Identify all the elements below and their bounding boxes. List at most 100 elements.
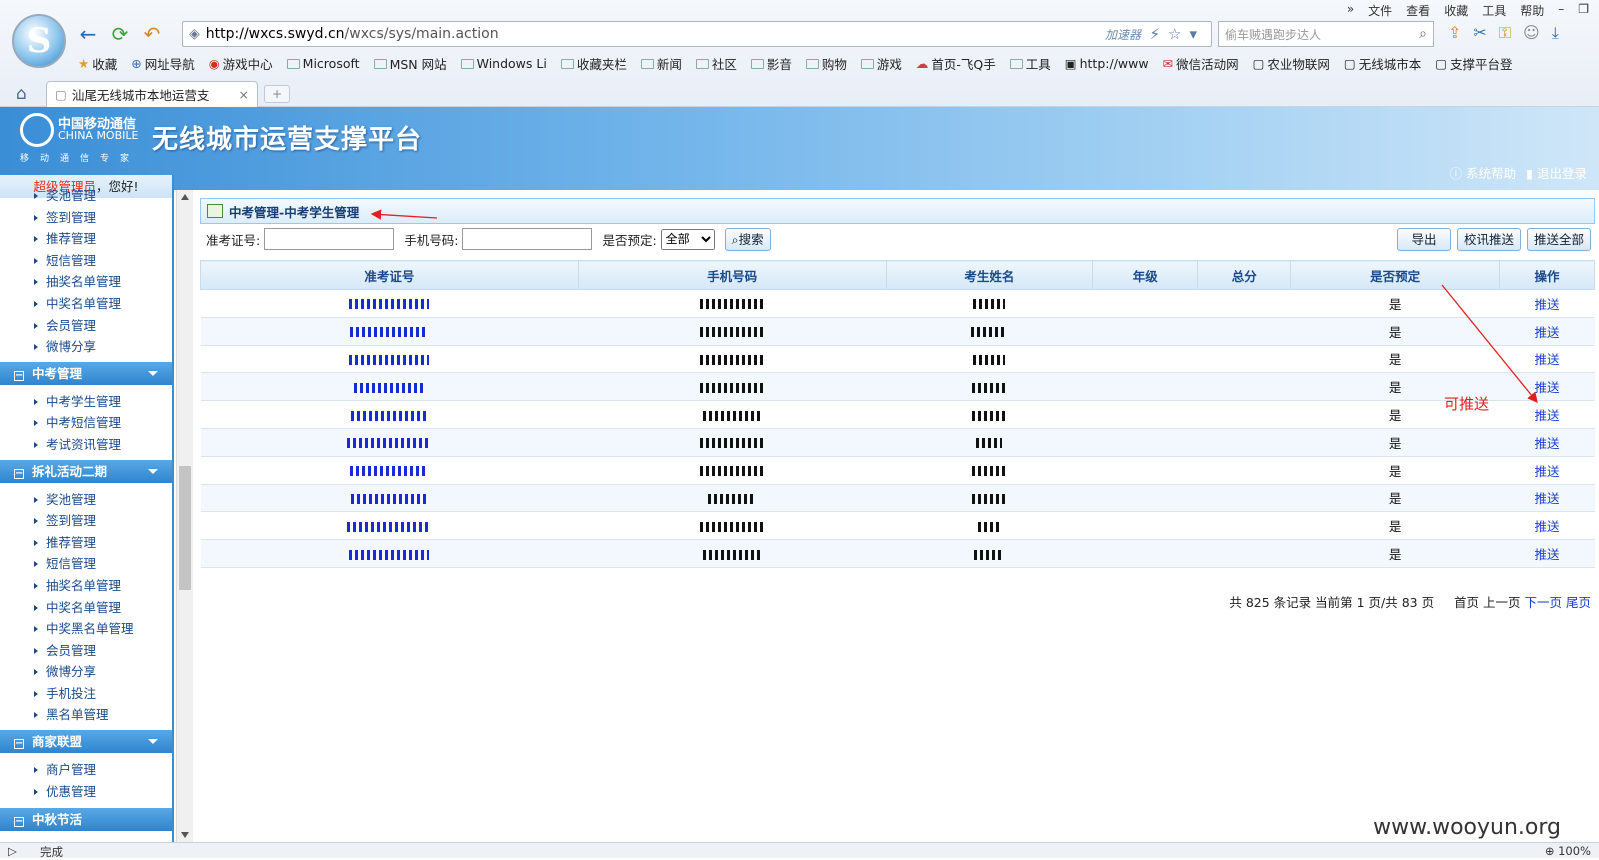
search-input[interactable]: 偷车贼遇跑步达人 ⌕ — [1218, 21, 1434, 47]
sidebar-section-midautumn[interactable]: − 中秋节活 — [0, 808, 172, 832]
sidebar-item[interactable]: 奖池管理 — [0, 185, 172, 207]
push-link[interactable]: 推送 — [1499, 484, 1595, 513]
sidebar-item[interactable]: 考试资讯管理 — [0, 434, 172, 456]
bookmark-item[interactable]: 购物 — [805, 54, 847, 73]
bookmark-item[interactable]: Windows Li — [460, 54, 547, 73]
pager-next[interactable]: 下一页 — [1524, 595, 1562, 610]
bookmark-item[interactable]: 工具 — [1009, 54, 1051, 73]
key-icon[interactable]: ⚿ — [1499, 23, 1511, 43]
restore-icon[interactable]: ❐ — [1576, 2, 1591, 19]
zoom-level[interactable]: ⊕ 100% — [1545, 844, 1591, 858]
pager-last[interactable]: 尾页 — [1566, 595, 1591, 610]
col-reserved[interactable]: 是否预定 — [1290, 260, 1501, 290]
sidebar-item[interactable]: 会员管理 — [0, 640, 172, 662]
refresh-icon[interactable]: ⟳ — [108, 22, 132, 46]
sidebar-item[interactable]: 微博分享 — [0, 661, 172, 683]
share-icon[interactable]: ⇪ — [1448, 23, 1461, 43]
sidebar-item[interactable]: 会员管理 — [0, 315, 172, 337]
push-link[interactable]: 推送 — [1499, 428, 1595, 457]
scroll-thumb[interactable] — [179, 466, 191, 590]
push-link[interactable]: 推送 — [1499, 400, 1595, 429]
col-score[interactable]: 总分 — [1197, 260, 1292, 290]
sidebar-item[interactable]: 抽奖名单管理 — [0, 575, 172, 597]
tab-active[interactable]: ▢ 汕尾无线城市本地运营支 × — [46, 81, 258, 107]
sidebar-item[interactable]: 推荐管理 — [0, 532, 172, 554]
smile-icon[interactable]: ☺ — [1523, 23, 1540, 43]
menu-tools[interactable]: 工具 — [1480, 2, 1508, 19]
push-link[interactable]: 推送 — [1499, 539, 1595, 568]
close-icon[interactable]: × — [239, 87, 249, 102]
push-link[interactable]: 推送 — [1499, 511, 1595, 541]
col-action[interactable]: 操作 — [1499, 260, 1595, 290]
menu-help[interactable]: 帮助 — [1518, 2, 1546, 19]
sidebar-item[interactable]: 推荐管理 — [0, 228, 172, 250]
push-link[interactable]: 推送 — [1499, 456, 1595, 485]
menu-favorites[interactable]: 收藏 — [1442, 2, 1470, 19]
col-exam-id[interactable]: 准考证号 — [200, 260, 579, 290]
minimize-icon[interactable]: – — [1556, 2, 1566, 19]
export-button[interactable]: 导出 — [1396, 228, 1451, 251]
sidebar-item[interactable]: 抽奖名单管理 — [0, 271, 172, 293]
col-name[interactable]: 考生姓名 — [885, 260, 1094, 290]
push-link[interactable]: 推送 — [1499, 289, 1595, 318]
bookmark-item[interactable]: 社区 — [695, 54, 737, 73]
pager-prev[interactable]: 上一页 — [1483, 595, 1521, 610]
bookmark-item[interactable]: ▢ 支撑平台登 — [1435, 54, 1512, 73]
sidebar-item[interactable]: 手机投注 — [0, 683, 172, 705]
push-school-button[interactable]: 校讯推送 — [1456, 228, 1521, 251]
help-link[interactable]: ⓘ 系统帮助 — [1450, 163, 1517, 182]
scissors-icon[interactable]: ✂ — [1473, 23, 1486, 43]
search-button[interactable]: ⌕搜索 — [724, 227, 771, 251]
accelerator-label[interactable]: 加速器 — [1105, 26, 1141, 43]
bookmark-item[interactable]: 影音 — [750, 54, 792, 73]
sidebar-item[interactable]: 短信管理 — [0, 250, 172, 272]
download-icon[interactable]: ⤓ — [1552, 23, 1559, 43]
sidebar-item[interactable]: 短信管理 — [0, 553, 172, 575]
col-grade[interactable]: 年级 — [1092, 260, 1199, 290]
sidebar-section-gift[interactable]: − 拆礼活动二期 — [0, 459, 172, 483]
bookmark-item[interactable]: 游戏 — [860, 54, 902, 73]
col-phone[interactable]: 手机号码 — [577, 260, 887, 290]
sidebar-item[interactable]: 签到管理 — [0, 510, 172, 532]
menu-view[interactable]: 查看 — [1404, 2, 1432, 19]
push-link[interactable]: 推送 — [1499, 345, 1595, 374]
back-icon[interactable]: ← — [76, 22, 100, 46]
bookmark-item[interactable]: MSN 网站 — [373, 54, 447, 73]
sidebar-item-student[interactable]: 中考学生管理 — [0, 391, 172, 413]
push-all-button[interactable]: 推送全部 — [1526, 228, 1591, 251]
exam-id-input[interactable] — [264, 228, 395, 250]
logout-link[interactable]: ▮ 退出登录 — [1526, 163, 1587, 182]
menu-more[interactable]: » — [1345, 2, 1356, 19]
sidebar-section-zhongkao[interactable]: − 中考管理 — [0, 361, 172, 385]
sidebar-item[interactable]: 微博分享 — [0, 336, 172, 358]
bookmark-item[interactable]: ▢ 无线城市本 — [1344, 54, 1421, 73]
sidebar-item[interactable]: 签到管理 — [0, 207, 172, 229]
search-icon[interactable]: ⌕ — [1419, 26, 1427, 42]
bookmark-item[interactable]: 收藏夹栏 — [560, 54, 627, 73]
sidebar-item[interactable]: 中奖名单管理 — [0, 293, 172, 315]
sidebar-item[interactable]: 黑名单管理 — [0, 704, 172, 726]
phone-input[interactable] — [462, 228, 593, 250]
sidebar-item[interactable]: 奖池管理 — [0, 489, 172, 511]
push-link[interactable]: 推送 — [1499, 317, 1595, 346]
sidebar-item[interactable]: 中奖名单管理 — [0, 597, 172, 619]
address-bar[interactable]: ◈ http://wxcs.swyd.cn/wxcs/sys/main.acti… — [182, 21, 1212, 47]
sidebar-item[interactable]: 中考短信管理 — [0, 412, 172, 434]
bookmark-item[interactable]: ☁ 首页-飞Q手 — [916, 54, 996, 73]
reserved-select[interactable]: 全部 — [660, 228, 715, 250]
bookmark-item[interactable]: ✉ 微信活动网 — [1163, 54, 1239, 73]
bookmark-item[interactable]: ◉ 游戏中心 — [209, 54, 273, 73]
sidebar-item[interactable]: 中奖黑名单管理 — [0, 618, 172, 640]
sidebar-item[interactable]: 商户管理 — [0, 759, 172, 781]
sidebar-item[interactable]: 优惠管理 — [0, 781, 172, 803]
menu-file[interactable]: 文件 — [1366, 2, 1394, 19]
new-tab-button[interactable]: + — [264, 85, 290, 103]
pager-first[interactable]: 首页 — [1454, 595, 1479, 610]
bookmark-item[interactable]: ▣ http://www — [1065, 54, 1149, 73]
bookmark-item[interactable]: ▢ 农业物联网 — [1253, 54, 1330, 73]
bookmark-item[interactable]: ★ 收藏 — [78, 54, 117, 73]
home-icon[interactable]: ⌂ — [16, 84, 27, 104]
bookmark-item[interactable]: Microsoft — [286, 54, 360, 73]
star-icon[interactable]: ⚡☆▾ — [1149, 25, 1205, 43]
sidebar-section-merchant[interactable]: − 商家联盟 — [0, 730, 172, 754]
